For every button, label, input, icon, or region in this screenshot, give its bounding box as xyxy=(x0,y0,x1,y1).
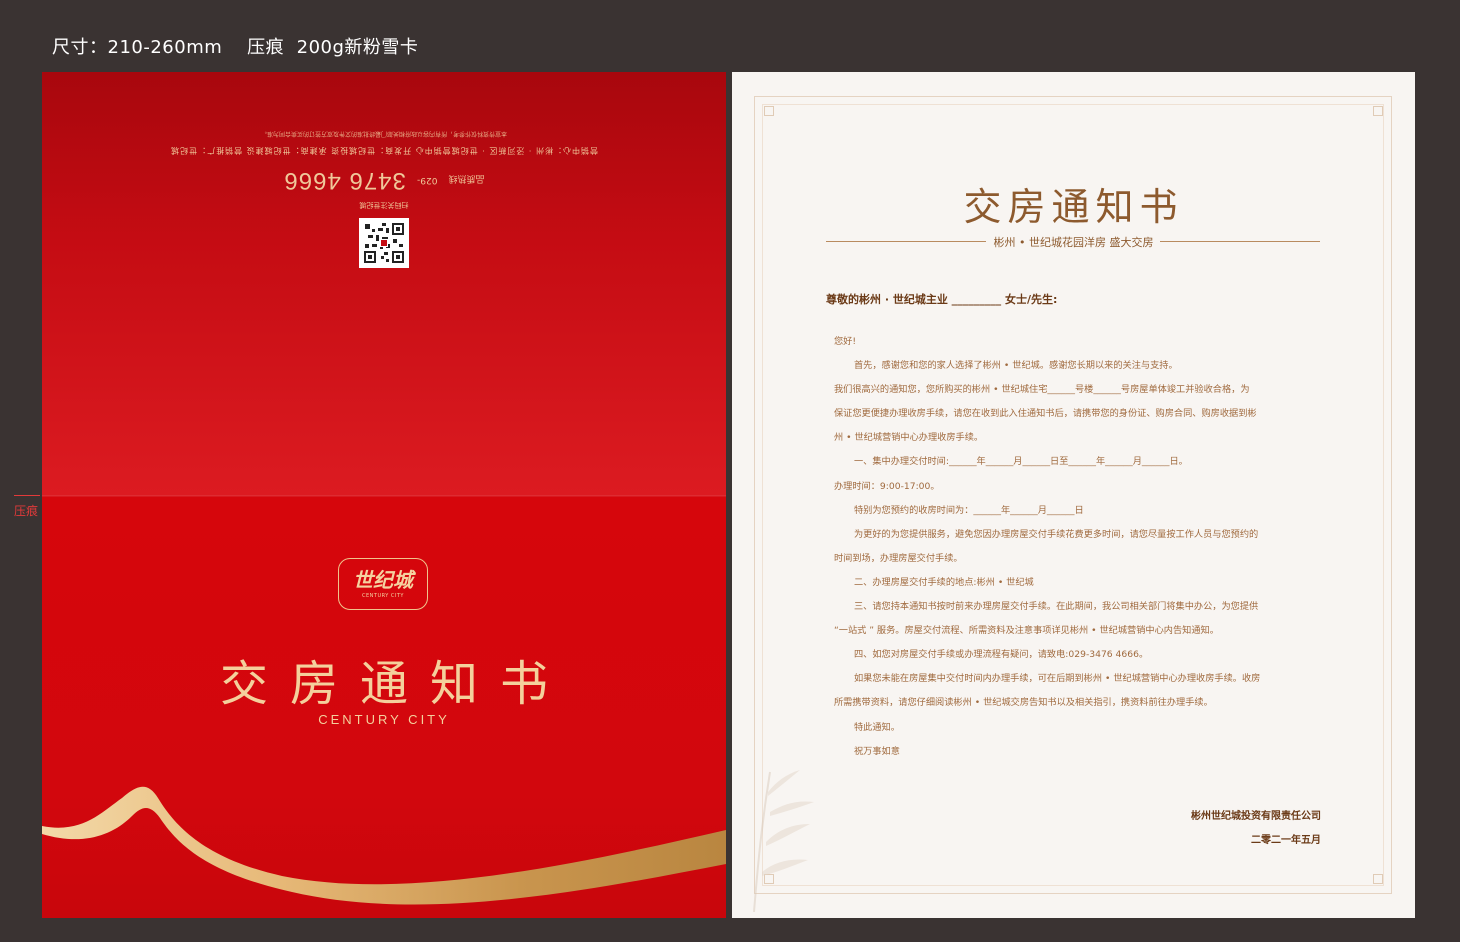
body-line: 保证您更便捷办理收房手续，请您在收到此入住通知书后，请携带您的身份证、购房合同、… xyxy=(834,408,1257,420)
body-line: 首先，感谢您和您的家人选择了彬州 • 世纪城。感谢您长期以来的关注与支持。 xyxy=(854,360,1178,372)
body-line: 时间到场，办理房屋交付手续。 xyxy=(834,552,963,564)
qr-code-icon xyxy=(362,221,406,265)
size-label: 尺寸：210-260mm xyxy=(52,37,223,58)
frame-corner-br xyxy=(1373,874,1383,884)
crease-spec-label: 压痕 xyxy=(247,37,285,58)
crease-mark-label: 压痕 xyxy=(14,504,39,518)
back-address: 营销中心：彬州 · 泾河新区 · 世纪城营销中心 开发商：世纪城投资 承建商：世… xyxy=(170,146,598,155)
bamboo-watermark-icon xyxy=(753,770,814,912)
letter-salutation: 尊敬的彬州 · 世纪城主业 _________ 女士/先生: xyxy=(826,293,1058,306)
letter-signature: 彬州世纪城投资有限责任公司 二零二一年五月 xyxy=(1191,805,1321,853)
cover-title: 交房通知书 xyxy=(219,656,570,712)
body-line: 祝万事如意 xyxy=(854,745,900,757)
gold-wave-decoration xyxy=(42,786,726,905)
letter-panel: 交房通知书 彬州 • 世纪城花园洋房 盛大交房 尊敬的彬州 · 世纪城主业 __… xyxy=(732,72,1415,918)
letter-date: 二零二一年五月 xyxy=(1251,835,1321,846)
body-line: “一站式 ” 服务。房屋交付流程、所需资料及注意事项详见彬州 • 世纪城营销中心… xyxy=(834,625,1219,637)
body-line: 一、集中办理交付时间:______年______月______日至______年… xyxy=(854,456,1188,468)
back-info-upside-down: 扫码关注世纪城 品质热线 029- 3476 4666 营销中心：彬州 · 泾河… xyxy=(42,128,726,268)
body-line: 如果您未能在房屋集中交付时间内办理手续，可在后期到彬州 • 世纪城营销中心办理收… xyxy=(854,673,1261,685)
body-line: 特此通知。 xyxy=(854,721,900,733)
crease-line-mark xyxy=(14,495,40,496)
cover-fold-line xyxy=(42,495,726,497)
hotline-row: 品质热线 029- 3476 4666 xyxy=(42,166,726,194)
letter-title: 交房通知书 xyxy=(963,185,1184,229)
paper-label: 200g新粉雪卡 xyxy=(296,37,419,58)
frame-corner-tr xyxy=(1373,106,1383,116)
cover-panel: 扫码关注世纪城 品质热线 029- 3476 4666 营销中心：彬州 · 泾河… xyxy=(42,72,726,918)
body-line: 办理时间：9:00-17:00。 xyxy=(834,480,940,492)
hotline-number: 3476 4666 xyxy=(283,167,406,194)
spec-line: 尺寸：210-260mm 压痕 200g新粉雪卡 xyxy=(52,33,418,59)
qr-caption: 扫码关注世纪城 xyxy=(359,201,409,209)
logo-sub-text: CENTURY CITY xyxy=(362,592,404,599)
logo-mark-text: 世纪城 xyxy=(353,567,413,592)
frame-corner-tl xyxy=(764,106,774,116)
company-name: 彬州世纪城投资有限责任公司 xyxy=(1191,811,1321,822)
body-line: 三、请您持本通知书按时前来办理房屋交付手续。在此期间，我公司相关部门将集中办公，… xyxy=(854,601,1259,613)
body-line: 所需携带资料，请您仔细阅读彬州 • 世纪城交房告知书以及相关指引，携资料前往办理… xyxy=(834,697,1213,709)
body-line: 为更好的为您提供服务，避免您因办理房屋交付手续花费更多时间，请您尽量按工作人员与… xyxy=(854,528,1259,540)
century-city-logo: 世纪城 CENTURY CITY xyxy=(338,558,428,610)
cover-subtitle: CENTURY CITY xyxy=(318,712,450,727)
qr-code xyxy=(359,218,409,268)
body-line: 州 • 世纪城营销中心办理收房手续。 xyxy=(834,432,984,444)
body-line: 您好! xyxy=(834,336,857,347)
body-line: 二、办理房屋交付手续的地点:彬州 • 世纪城 xyxy=(854,576,1034,588)
letter-subtitle: 彬州 • 世纪城花园洋房 盛大交房 xyxy=(993,236,1154,249)
hotline-label: 品质热线 xyxy=(448,173,485,184)
letter-body: 您好! 首先，感谢您和您的家人选择了彬州 • 世纪城。感谢您长期以来的关注与支持… xyxy=(834,330,1314,764)
body-line: 四、如您对房屋交付手续或办理流程有疑问，请致电:029-3476 4666。 xyxy=(854,649,1149,661)
body-line: 我们很高兴的通知您，您所购买的彬州 • 世纪城住宅______号楼______号… xyxy=(834,384,1250,396)
hotline-prefix: 029- xyxy=(417,175,438,185)
body-line: 特别为您预约的收房时间为：______年______月______日 xyxy=(854,504,1084,516)
back-disclaimer: 本宣传资料仅作参考，所有内容以政府相关部门最终批准的文件及双方签订的买卖合同为准… xyxy=(261,130,508,137)
